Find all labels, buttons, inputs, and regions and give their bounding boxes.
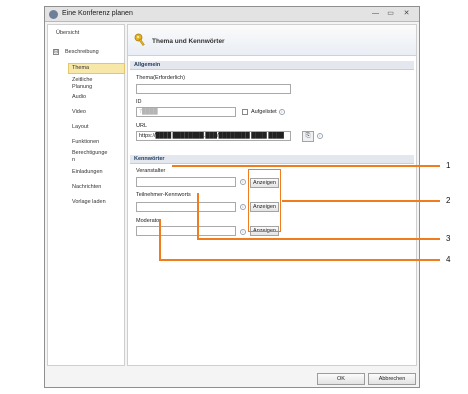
callout-line-3-vertical: [197, 193, 199, 239]
url-field: https://████ ████████.███/████████ ████ …: [136, 131, 291, 141]
sidebar-item-messages[interactable]: Nachrichten: [72, 184, 101, 191]
minimize-button[interactable]: —: [370, 9, 381, 19]
id-field: 7████: [136, 107, 236, 117]
presenter-password-label: Moderator: [136, 218, 162, 224]
callout-number-1: 1: [446, 161, 451, 170]
sidebar-item-schedule[interactable]: Zeitliche Planung: [72, 77, 112, 90]
unlisted-checkbox[interactable]: [242, 109, 248, 115]
screenshot-stage: Eine Konferenz planen — ▭ ✕ Übersicht ⊟ …: [0, 0, 468, 394]
ok-button[interactable]: OK: [317, 373, 365, 385]
page-title: Thema und Kennwörter: [152, 38, 225, 45]
callout-number-3: 3: [446, 234, 451, 243]
callout-line-3: [197, 238, 440, 240]
callout-line-4-vertical: [159, 219, 161, 260]
close-button[interactable]: ✕: [401, 9, 412, 19]
presenter-password-input[interactable]: [136, 226, 236, 236]
callout-line-4: [159, 259, 440, 261]
schedule-meeting-dialog: Eine Konferenz planen — ▭ ✕ Übersicht ⊟ …: [44, 6, 420, 388]
url-info-icon[interactable]: i: [317, 133, 323, 139]
url-label: URL: [136, 123, 148, 129]
page-header: Thema und Kennwörter: [128, 25, 416, 56]
sidebar-item-invitations[interactable]: Einladungen: [72, 169, 103, 176]
section-general-header: Allgemein: [130, 61, 414, 70]
sidebar-item-load-template[interactable]: Vorlage laden: [72, 199, 106, 206]
callout-line-2: [282, 200, 440, 202]
show-buttons-highlight: [248, 169, 281, 232]
sidebar-item-video[interactable]: Video: [72, 109, 86, 116]
sidebar-nav: Übersicht ⊟ Beschreibung Thema Zeitliche…: [47, 24, 125, 366]
id-label: ID: [136, 99, 142, 105]
section-passwords-header: Kennwörter: [130, 155, 414, 164]
attendee-password-input[interactable]: [136, 202, 236, 212]
collapse-icon[interactable]: ⊟: [53, 49, 59, 55]
host-password-label: Veranstalter: [136, 168, 166, 174]
copy-url-button[interactable]: ⎘: [302, 131, 314, 142]
unlisted-label: Aufgelistet: [251, 109, 277, 115]
topic-input[interactable]: [136, 84, 291, 94]
host-password-info-icon[interactable]: i: [240, 179, 246, 185]
sidebar-item-features[interactable]: Funktionen: [72, 139, 99, 146]
sidebar-item-overview[interactable]: Übersicht: [56, 30, 79, 37]
title-bar: Eine Konferenz planen — ▭ ✕: [45, 7, 419, 22]
sidebar-item-audio[interactable]: Audio: [72, 94, 86, 101]
sidebar-item-permissions[interactable]: Berechtigungen: [72, 150, 110, 163]
sidebar-item-topic[interactable]: Thema: [68, 63, 125, 74]
callout-number-4: 4: [446, 255, 451, 264]
unlisted-info-icon[interactable]: i: [279, 109, 285, 115]
cancel-button[interactable]: Abbrechen: [368, 373, 416, 385]
presenter-password-info-icon[interactable]: i: [240, 229, 246, 235]
attendee-password-info-icon[interactable]: i: [240, 204, 246, 210]
sidebar-item-description[interactable]: Beschreibung: [65, 49, 99, 56]
callout-number-2: 2: [446, 196, 451, 205]
host-password-input[interactable]: [136, 177, 236, 187]
topic-label: Thema(Erforderlich): [136, 75, 185, 81]
attendee-password-label: Teilnehmer-Kennworts: [136, 192, 191, 198]
app-icon: [49, 10, 58, 19]
key-icon: [134, 33, 145, 46]
sidebar-item-layout[interactable]: Layout: [72, 124, 89, 131]
callout-line-1: [172, 165, 440, 167]
maximize-button[interactable]: ▭: [385, 9, 396, 19]
window-title: Eine Konferenz planen: [62, 10, 133, 17]
